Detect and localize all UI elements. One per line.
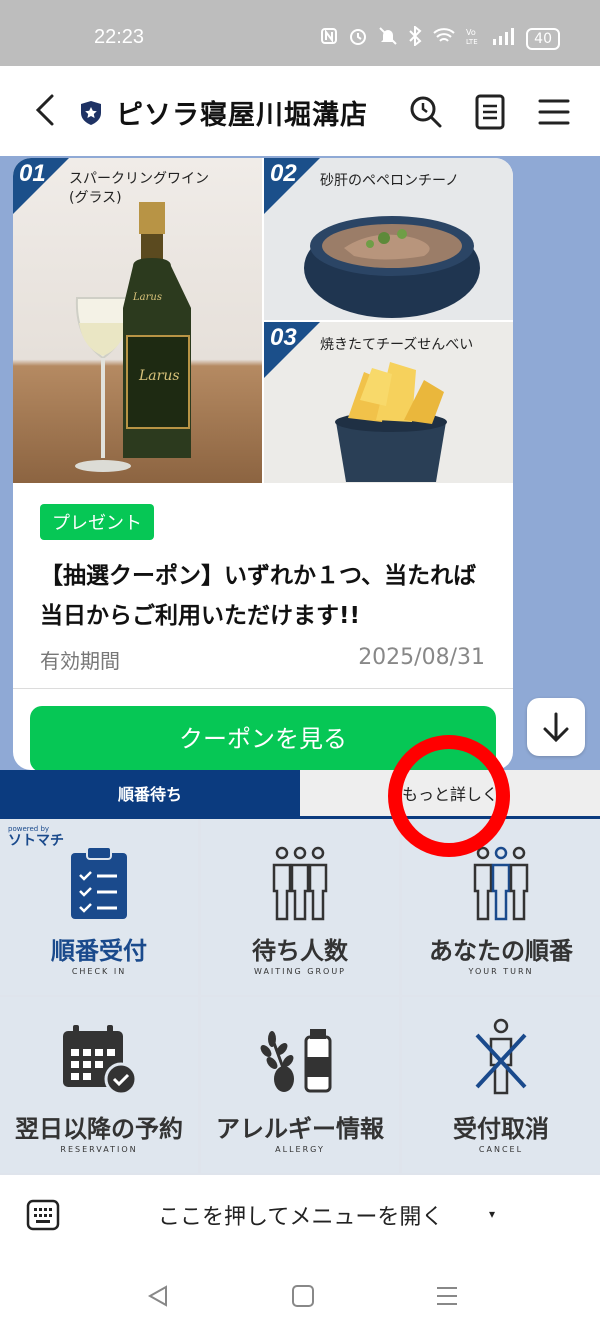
rich-menu: 順番待ち もっと詳しく powered by ソトマチ 順番受付 CHECK I… [0, 770, 600, 1175]
keyboard-icon [26, 1199, 60, 1231]
status-icons: Vo LTE 40 [320, 24, 560, 51]
history-search-button[interactable] [406, 92, 446, 132]
validity-label: 有効期間 [40, 649, 120, 673]
menu-cell-waiting-group[interactable]: 待ち人数 WAITING GROUP [201, 819, 399, 995]
search-history-icon [410, 96, 442, 128]
chat-area[interactable]: Larus Larus 01 スパークリングワイン (グラス) 02 砂肝のペペ… [0, 156, 600, 770]
bottle-neck-label-text: Larus [132, 292, 162, 303]
volte-icon: Vo LTE [466, 27, 482, 50]
svg-text:LTE: LTE [466, 38, 478, 45]
open-menu-text[interactable]: ここを押してメニューを開く [158, 1199, 443, 1231]
scroll-to-bottom-button[interactable] [527, 698, 585, 756]
coupon-card[interactable]: Larus Larus 01 スパークリングワイン (グラス) 02 砂肝のペペ… [13, 158, 513, 770]
keyboard-toggle-button[interactable] [26, 1199, 60, 1231]
arrow-down-icon [543, 712, 569, 743]
clipboard-checklist-icon [71, 846, 127, 919]
present-tag: プレゼント [40, 504, 154, 540]
menu-cell-sublabel: ALLERGY [275, 1145, 325, 1154]
menu-cell-label: アレルギー情報 [216, 1115, 384, 1143]
svg-text:Vo: Vo [466, 28, 476, 37]
coupon-image-grid: Larus Larus 01 スパークリングワイン (グラス) 02 砂肝のペペ… [13, 158, 513, 483]
menu-cell-label: 待ち人数 [252, 937, 348, 965]
card-divider [13, 688, 513, 689]
menu-cell-label: 受付取消 [453, 1115, 549, 1143]
chat-header: ピソラ寝屋川堀溝店 [0, 66, 600, 156]
status-bar: 22:23 Vo LTE 40 [0, 0, 600, 66]
menu-cell-check-in[interactable]: powered by ソトマチ 順番受付 CHECK IN [0, 819, 198, 995]
bluetooth-icon [408, 24, 422, 51]
wifi-icon [432, 27, 456, 50]
menu-cell-cancel[interactable]: 受付取消 CANCEL [402, 997, 600, 1173]
nfc-icon [320, 27, 338, 50]
coupon-item-3-image: 03 焼きたてチーズせんべい [264, 322, 513, 483]
signal-icon [492, 27, 516, 50]
hamburger-icon [538, 99, 570, 125]
square-home-icon [292, 1285, 314, 1307]
menu-cell-allergy[interactable]: アレルギー情報 ALLERGY [201, 997, 399, 1173]
menu-cell-label: 順番受付 [51, 937, 147, 965]
item-name-1: スパークリングワイン (グラス) [69, 171, 209, 206]
menu-cell-sublabel: RESERVATION [60, 1145, 138, 1154]
menu-cell-label: 翌日以降の予約 [15, 1115, 183, 1143]
coupon-item-1-image: Larus Larus 01 スパークリングワイン (グラス) [13, 158, 262, 483]
tab-waiting[interactable]: 順番待ち [0, 770, 300, 816]
notes-button[interactable] [470, 92, 510, 132]
highlight-circle [388, 735, 510, 857]
menu-button[interactable] [534, 92, 574, 132]
page-title: ピソラ寝屋川堀溝店 [116, 100, 368, 131]
people-group-icon [272, 846, 328, 921]
menu-cell-sublabel: CHECK IN [71, 967, 127, 976]
menu-cell-sublabel: CANCEL [478, 1145, 524, 1154]
nav-back-button[interactable] [146, 1283, 172, 1309]
person-cross-icon [475, 1018, 527, 1095]
powered-brand-text: ソトマチ [8, 833, 64, 849]
coupon-title: 【抽選クーポン】いずれか１つ、当たれば当日からご利用いただけます!! [40, 563, 477, 629]
nav-home-button[interactable] [290, 1283, 316, 1309]
menu-cell-reservation[interactable]: 翌日以降の予約 RESERVATION [0, 997, 198, 1173]
item-number-3: 03 [270, 324, 297, 351]
menu-bar[interactable]: ここを押してメニューを開く ▾ [0, 1175, 600, 1255]
caret-down-icon[interactable]: ▾ [489, 1207, 495, 1221]
item-number-2: 02 [270, 160, 297, 187]
item-number-1: 01 [19, 160, 46, 187]
wheat-milk-egg-icon [260, 1029, 332, 1093]
menu-cell-sublabel: WAITING GROUP [253, 967, 346, 976]
powered-by-logo: powered by ソトマチ [8, 825, 64, 849]
powered-by-text: powered by [8, 825, 50, 833]
item-name-2: 砂肝のペペロンチーノ [320, 173, 460, 189]
triangle-back-icon [147, 1285, 167, 1307]
menu-cell-sublabel: YOUR TURN [468, 967, 534, 976]
battery-icon: 40 [526, 27, 560, 50]
alarm-icon [348, 26, 368, 51]
mute-icon [378, 26, 398, 51]
back-button[interactable] [30, 88, 64, 132]
nav-recents-button[interactable] [434, 1283, 460, 1309]
validity-date: 2025/08/31 [358, 645, 485, 670]
notes-icon [475, 94, 505, 130]
item-name-3: 焼きたてチーズせんべい [320, 337, 474, 353]
calendar-check-icon [63, 1025, 138, 1095]
system-nav-bar [0, 1255, 600, 1333]
coupon-item-2-image: 02 砂肝のペペロンチーノ [264, 158, 513, 320]
official-shield-icon [80, 100, 102, 126]
bottle-label-text: Larus [138, 368, 180, 384]
recents-lines-icon [437, 1287, 457, 1305]
chevron-left-icon [35, 94, 54, 126]
rich-menu-grid: powered by ソトマチ 順番受付 CHECK IN 待ち人数 WAITI… [0, 819, 600, 1175]
status-time: 22:23 [94, 26, 145, 48]
your-turn-people-icon [473, 846, 529, 921]
menu-cell-label: あなたの順番 [429, 937, 573, 965]
